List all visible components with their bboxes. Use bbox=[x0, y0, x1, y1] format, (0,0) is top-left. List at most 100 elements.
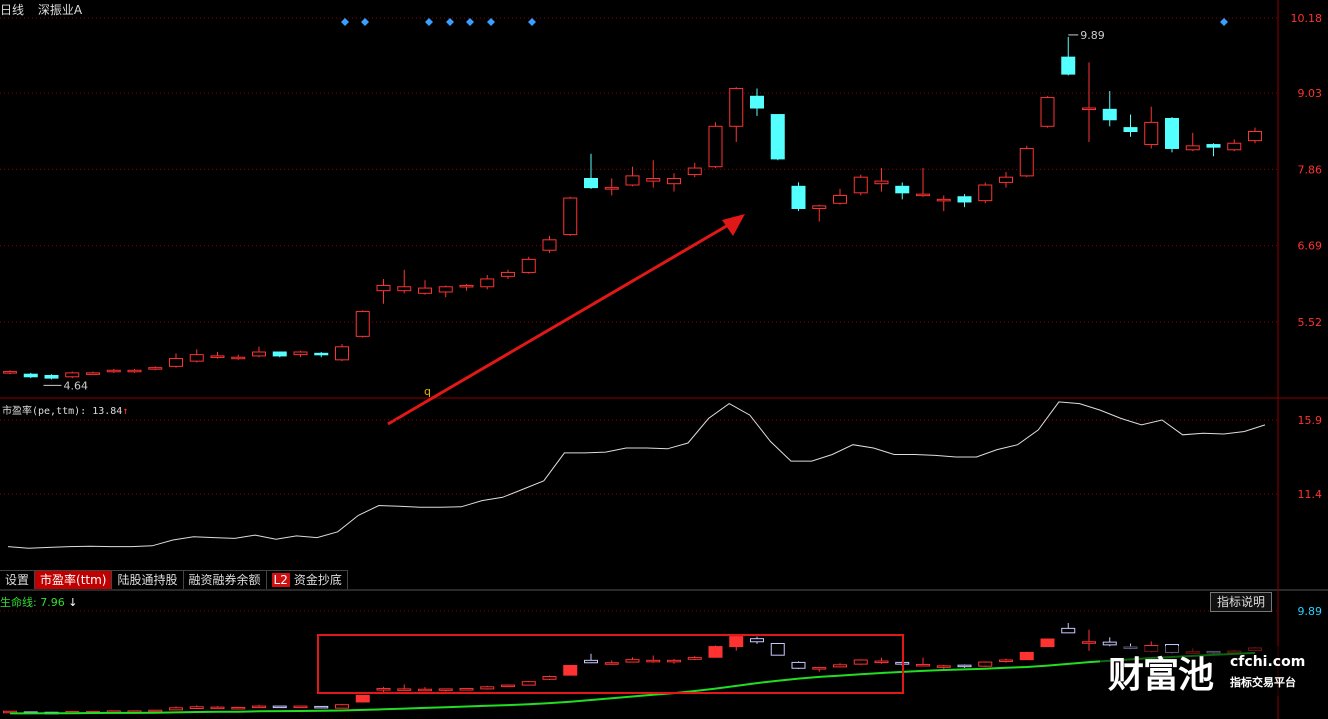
price-tick-label: 5.52 bbox=[1298, 316, 1323, 329]
signal-diamond-icon bbox=[1220, 18, 1228, 26]
mini-candle-body bbox=[957, 664, 972, 668]
mini-candle-body bbox=[625, 659, 640, 663]
candle-body bbox=[791, 185, 806, 209]
candle-body bbox=[3, 371, 17, 374]
candle-body bbox=[210, 355, 225, 358]
candle-body bbox=[397, 286, 412, 292]
mini-candle-body bbox=[1082, 641, 1096, 644]
mini-candle-body bbox=[604, 662, 619, 665]
candle-body bbox=[1040, 97, 1055, 127]
pe-tick-label: 15.9 bbox=[1298, 414, 1323, 427]
mini-candle-body bbox=[335, 704, 349, 709]
low-price-annotation: 4.64 bbox=[64, 379, 89, 392]
logo-site: cfchi.com bbox=[1230, 654, 1306, 670]
chart-canvas: 10.18 9.03 7.86 6.69 5.52 4.64 9.89 q 15.9 11.4 9.… bbox=[0, 0, 1328, 719]
candle-body bbox=[667, 177, 681, 185]
price-tick-label: 9.03 bbox=[1298, 87, 1323, 100]
price-tick-label: 6.69 bbox=[1298, 240, 1323, 253]
candle-body bbox=[23, 373, 38, 378]
mini-candle-body bbox=[272, 705, 287, 709]
candle-body bbox=[542, 239, 557, 251]
candle-body bbox=[708, 125, 723, 168]
tab-bottom-fishing[interactable]: L2 资金抄底 bbox=[266, 570, 348, 589]
trend-arrow-line bbox=[387, 222, 731, 426]
tab-northbound-label: 陆股通持股 bbox=[117, 573, 178, 587]
high-price-annotation: 9.89 bbox=[1080, 29, 1105, 42]
mini-candle-body bbox=[874, 660, 889, 664]
candle-body bbox=[148, 367, 163, 370]
mini-candle-body bbox=[397, 688, 412, 691]
candle-body bbox=[957, 196, 972, 203]
mini-candle-body bbox=[1019, 651, 1034, 661]
candle-body bbox=[750, 95, 764, 109]
candle-body bbox=[355, 311, 370, 337]
pe-indicator-label: 市盈率(pe,ttm): 13.84↑ bbox=[2, 402, 128, 417]
candle-body bbox=[687, 167, 702, 176]
life-line-text: 生命线: 7.96 bbox=[0, 596, 65, 609]
pe-ratio-line bbox=[7, 401, 1266, 549]
mini-candle-body bbox=[916, 663, 930, 667]
candle-body bbox=[44, 374, 59, 379]
signal-diamond-icon bbox=[361, 18, 369, 26]
candle-body bbox=[501, 271, 515, 277]
candle-body bbox=[1019, 147, 1034, 177]
candle-body bbox=[169, 358, 183, 367]
signal-diamond-icon bbox=[466, 18, 474, 26]
candle-body bbox=[729, 87, 744, 127]
mini-candle-body bbox=[314, 705, 329, 709]
period-label[interactable]: 日线 bbox=[0, 3, 24, 17]
tab-northbound-holdings[interactable]: 陆股通持股 bbox=[112, 570, 184, 589]
indicator-help-button[interactable]: 指标说明 bbox=[1210, 592, 1273, 612]
candle-body bbox=[314, 352, 329, 356]
candle-body bbox=[376, 284, 391, 292]
candle-body bbox=[563, 197, 578, 236]
candle-body bbox=[272, 351, 287, 357]
arrow-down-icon: ↓ bbox=[64, 596, 78, 609]
price-tick-label: 10.18 bbox=[1291, 12, 1323, 25]
mini-candle-body bbox=[169, 707, 183, 711]
candle-body bbox=[1185, 145, 1200, 151]
candle-body bbox=[1206, 144, 1221, 148]
candle-body bbox=[936, 198, 951, 202]
mini-candle-body bbox=[252, 705, 266, 709]
logo-slogan: 指标交易平台 bbox=[1230, 676, 1296, 689]
marker-q-label: q bbox=[424, 385, 431, 398]
pe-label-text: 市盈率(pe,ttm): 13.84 bbox=[2, 406, 123, 417]
candle-body bbox=[65, 372, 80, 378]
mini-candle-body bbox=[418, 688, 432, 692]
mini-candle-body bbox=[833, 664, 847, 668]
candle-body bbox=[874, 180, 889, 185]
mini-candle-body bbox=[687, 657, 702, 660]
mini-candle-body bbox=[376, 688, 391, 691]
price-tick-label: 7.86 bbox=[1298, 163, 1323, 176]
mini-candle-body bbox=[812, 667, 827, 670]
signal-diamond-icon bbox=[425, 18, 433, 26]
mini-candle-body bbox=[853, 659, 868, 665]
signal-diamond-icon bbox=[341, 18, 349, 26]
mini-candle-body bbox=[189, 706, 204, 709]
mini-candle-body bbox=[584, 659, 598, 664]
mini-candle-body bbox=[480, 686, 495, 690]
tab-margin-balance[interactable]: 融资融券余额 bbox=[183, 570, 267, 589]
tab-settings-label: 设置 bbox=[5, 573, 30, 587]
tab-pe-ttm-label: 市盈率(ttm) bbox=[40, 573, 107, 587]
candle-body bbox=[438, 286, 453, 293]
candle-body bbox=[418, 287, 432, 294]
candle-body bbox=[521, 258, 536, 273]
mini-candle-body bbox=[355, 694, 370, 703]
candle-body bbox=[293, 351, 308, 356]
trend-arrow-head-icon bbox=[722, 214, 745, 236]
mini-candle-body bbox=[750, 638, 764, 643]
mini-candle-body bbox=[936, 665, 951, 668]
candle-body bbox=[480, 278, 495, 288]
tab-settings[interactable]: 设置 bbox=[0, 570, 36, 589]
mini-candle-body bbox=[978, 661, 993, 667]
mini-candle-body bbox=[148, 709, 163, 713]
candle-body bbox=[1144, 121, 1159, 146]
tab-pe-ttm[interactable]: 市盈率(ttm) bbox=[35, 570, 113, 589]
bottom-tick-label: 9.89 bbox=[1298, 605, 1323, 618]
mini-candle-body bbox=[563, 665, 578, 676]
mini-candle-body bbox=[293, 705, 308, 709]
candle-body bbox=[978, 184, 993, 202]
logo-mark: 财富池 bbox=[1108, 655, 1214, 696]
